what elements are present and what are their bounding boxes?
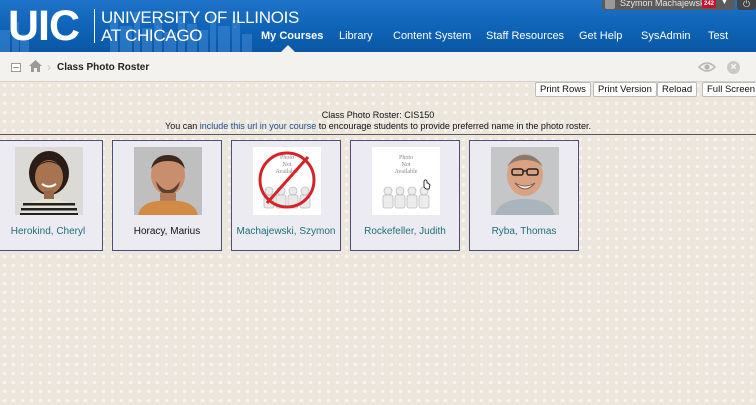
user-avatar xyxy=(605,0,615,9)
notification-badge[interactable]: 242 xyxy=(702,0,716,8)
university-name-line1: UNIVERSITY OF ILLINOIS xyxy=(101,8,300,27)
placeholder-line3: Available xyxy=(395,169,418,175)
placeholder-line2: Not xyxy=(402,162,411,168)
student-card[interactable]: Herokind, Cheryl xyxy=(0,140,103,251)
power-icon[interactable]: ⏻ xyxy=(737,0,756,10)
nav-content-system[interactable]: Content System xyxy=(393,29,471,43)
student-name[interactable]: Rockefeller, Judith xyxy=(351,226,459,238)
student-photo: Photo Not Available xyxy=(253,147,321,215)
nav-library[interactable]: Library xyxy=(339,29,373,43)
student-card[interactable]: Photo Not Available Machajewski, Szymon xyxy=(231,140,341,251)
top-header: UIC UNIVERSITY OF ILLINOIS AT CHICAGO My… xyxy=(0,0,756,52)
nav-staff-resources[interactable]: Staff Resources xyxy=(486,29,564,43)
student-card[interactable]: Horacy, Marius xyxy=(112,140,222,251)
photo-not-available-icon: Photo Not Available xyxy=(253,147,321,215)
page-title: Class Photo Roster xyxy=(57,62,150,73)
student-photo xyxy=(134,147,202,215)
print-version-button[interactable]: Print Version xyxy=(593,82,657,97)
nav-sysadmin[interactable]: SysAdmin xyxy=(641,29,691,43)
student-name[interactable]: Machajewski, Szymon xyxy=(232,226,340,238)
university-name-line2: AT CHICAGO xyxy=(101,26,203,45)
uic-logo[interactable]: UIC xyxy=(8,5,80,48)
student-photo: Photo Not Available xyxy=(372,147,440,215)
student-name[interactable]: Ryba, Thomas xyxy=(470,226,578,238)
placeholder-line1: Photo xyxy=(399,155,413,161)
chevron-down-icon[interactable]: ▼ xyxy=(721,0,728,8)
roster-subtitle-prefix: You can xyxy=(165,121,200,131)
student-card[interactable]: Photo Not Available Rockefeller, Judith xyxy=(350,140,460,251)
full-screen-button[interactable]: Full Screen xyxy=(702,82,756,97)
student-card[interactable]: Ryba, Thomas xyxy=(469,140,579,251)
student-name[interactable]: Horacy, Marius xyxy=(113,226,221,238)
roster-title: Class Photo Roster: CIS150 xyxy=(321,110,435,120)
breadcrumb: › Class Photo Roster × xyxy=(0,52,756,82)
print-rows-button[interactable]: Print Rows xyxy=(535,82,591,97)
close-icon[interactable]: × xyxy=(727,61,740,74)
roster-subtitle: You can include this url in your course … xyxy=(0,121,756,132)
nav-test[interactable]: Test xyxy=(708,29,728,43)
home-icon[interactable] xyxy=(29,60,42,72)
student-name[interactable]: Herokind, Cheryl xyxy=(0,226,102,238)
include-url-link[interactable]: include this url in your course xyxy=(200,121,317,131)
photo-not-available-icon: Photo Not Available xyxy=(372,147,440,215)
logo-divider xyxy=(94,9,95,43)
roster-divider xyxy=(0,134,756,135)
student-photo xyxy=(15,147,83,215)
breadcrumb-separator: › xyxy=(47,60,51,74)
nav-my-courses[interactable]: My Courses xyxy=(261,29,323,43)
portrait-image xyxy=(15,147,83,215)
reload-button[interactable]: Reload xyxy=(657,82,698,97)
user-name: Szymon Machajewski xyxy=(620,0,707,8)
course-menu-icon[interactable] xyxy=(11,63,21,72)
placeholder-line2: Not xyxy=(283,162,292,168)
eye-icon[interactable] xyxy=(698,61,716,73)
active-nav-indicator xyxy=(281,45,295,52)
student-photo xyxy=(491,147,559,215)
portrait-image xyxy=(134,147,202,215)
placeholder-line1: Photo xyxy=(280,155,294,161)
roster-subtitle-suffix: to encourage students to provide preferr… xyxy=(316,121,591,131)
nav-get-help[interactable]: Get Help xyxy=(579,29,622,43)
portrait-image xyxy=(491,147,559,215)
